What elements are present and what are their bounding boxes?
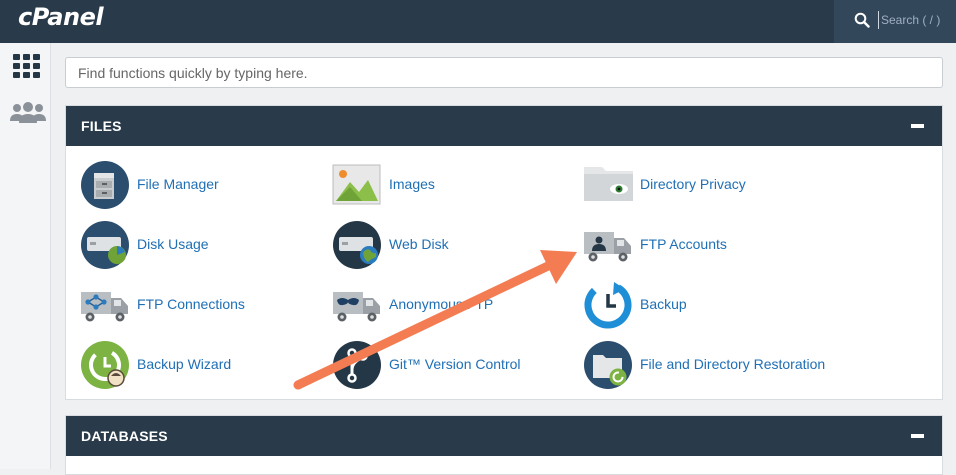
ftp-accounts-icon [584,232,631,262]
databases-panel: DATABASES [65,415,943,475]
web-disk-link[interactable]: Web Disk [332,220,552,270]
item-label: Backup [640,296,687,312]
databases-panel-title: DATABASES [81,428,168,444]
files-panel-title: FILES [81,118,122,134]
git-icon [333,341,381,389]
databases-collapse-button[interactable] [911,434,924,438]
search-icon[interactable] [854,12,870,28]
ftp-connections-link[interactable]: FTP Connections [80,280,300,330]
grid-icon[interactable] [11,52,45,82]
item-label: File Manager [137,176,219,192]
disk-usage-icon [81,221,129,269]
header-search [834,0,956,43]
git-version-control-link[interactable]: Git™ Version Control [332,340,552,390]
users-icon[interactable] [9,101,46,131]
item-label: Anonymous FTP [389,296,494,312]
item-label: Directory Privacy [640,176,746,192]
file-restoration-link[interactable]: File and Directory Restoration [583,340,883,390]
top-bar: cPanel [0,0,956,43]
anonymous-ftp-icon [333,292,380,322]
item-label: Disk Usage [137,236,209,252]
item-label: Web Disk [389,236,449,252]
databases-panel-header[interactable]: DATABASES [66,416,942,456]
images-icon [332,164,381,205]
ftp-connections-icon [81,292,128,322]
images-link[interactable]: Images [332,160,552,210]
quick-find-input[interactable] [65,57,943,88]
files-collapse-button[interactable] [911,124,924,128]
ftp-accounts-link[interactable]: FTP Accounts [583,220,803,270]
item-label: FTP Accounts [640,236,727,252]
directory-privacy-icon [584,167,633,201]
item-label: Git™ Version Control [389,356,521,372]
file-restoration-icon [584,341,632,389]
file-manager-link[interactable]: File Manager [80,160,300,210]
files-panel: FILES File Manager Images Directory Priv [65,105,943,400]
web-disk-icon [333,221,381,269]
backup-link[interactable]: Backup [583,280,803,330]
side-nav [0,43,51,469]
directory-privacy-link[interactable]: Directory Privacy [583,160,843,210]
anonymous-ftp-link[interactable]: Anonymous FTP [332,280,552,330]
cpanel-logo[interactable]: cPanel [18,3,104,31]
files-panel-header[interactable]: FILES [66,106,942,146]
backup-wizard-link[interactable]: Backup Wizard [80,340,300,390]
backup-wizard-icon [81,341,129,389]
item-label: Backup Wizard [137,356,232,372]
item-label: File and Directory Restoration [640,356,826,372]
header-search-input[interactable] [878,11,953,29]
backup-icon [584,281,632,329]
file-manager-icon [81,161,129,209]
item-label: Images [389,176,435,192]
disk-usage-link[interactable]: Disk Usage [80,220,300,270]
item-label: FTP Connections [137,296,245,312]
